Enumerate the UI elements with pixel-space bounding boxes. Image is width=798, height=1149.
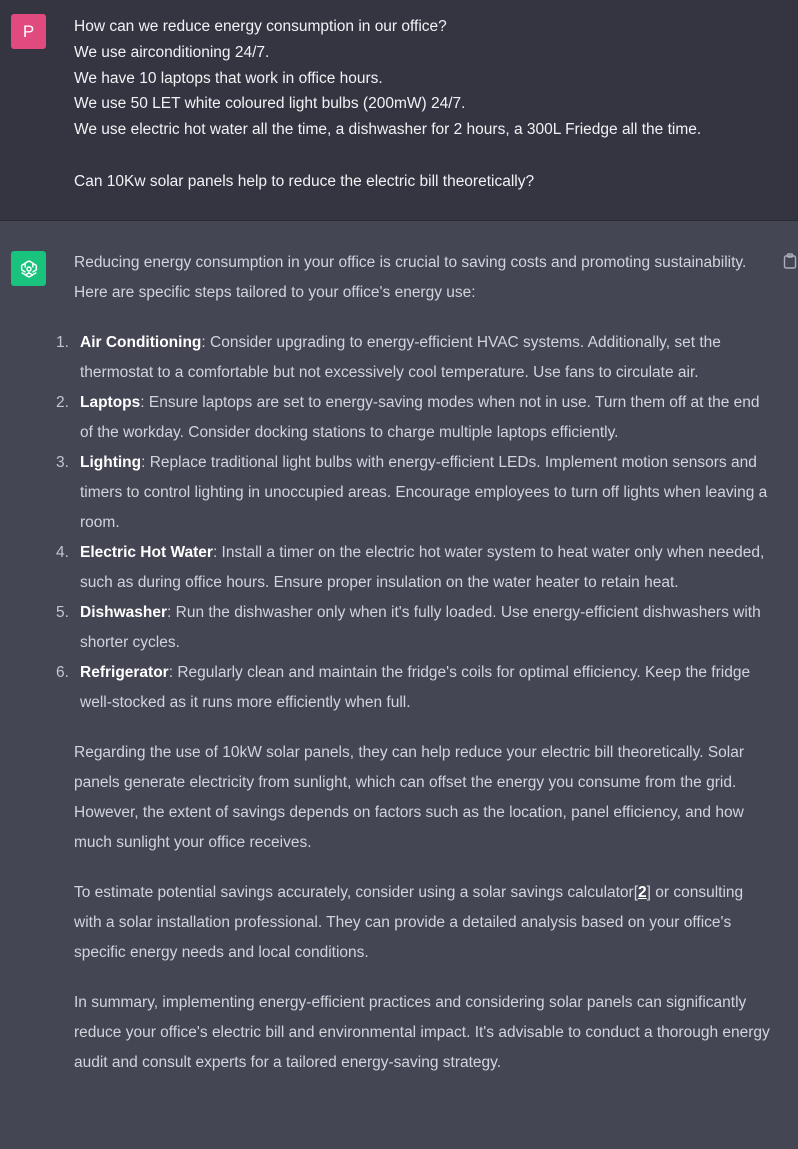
list-item: 4. Electric Hot Water: Install a timer on… — [56, 544, 765, 591]
user-line: We use 50 LET white coloured light bulbs… — [74, 95, 466, 113]
assistant-message-text: Reducing energy consumption in your offi… — [56, 248, 774, 1078]
intro-paragraph: Reducing energy consumption in your offi… — [74, 254, 747, 301]
list-item: 5. Dishwasher: Run the dishwasher only wh… — [56, 604, 761, 651]
user-message-text: How can we reduce energy consumption in … — [74, 14, 784, 195]
user-line: We use electric hot water all the time, … — [74, 121, 702, 139]
user-line: We use airconditioning 24/7. — [74, 43, 270, 61]
list-item: 2. Laptops: Ensure laptops are set to ene… — [56, 394, 760, 441]
item-title: Laptops — [80, 394, 141, 411]
user-message: P How can we reduce energy consumption i… — [0, 0, 798, 221]
list-item: 6. Refrigerator: Regularly clean and main… — [56, 664, 751, 711]
user-avatar: P — [11, 14, 46, 49]
list-item: 3. Lighting: Replace traditional light bu… — [56, 454, 768, 531]
summary-paragraph: In summary, implementing energy-efficien… — [74, 994, 770, 1071]
item-title: Lighting — [80, 454, 142, 471]
estimate-paragraph: To estimate potential savings accurately… — [74, 884, 744, 961]
user-line: How can we reduce energy consumption in … — [74, 18, 447, 35]
openai-logo-icon — [11, 251, 46, 286]
item-title: Dishwasher — [80, 604, 168, 621]
item-title: Refrigerator — [80, 664, 169, 681]
user-line: Can 10Kw solar panels help to reduce the… — [74, 172, 535, 190]
clipboard-icon[interactable] — [783, 253, 797, 269]
user-line: We have 10 laptops that work in office h… — [74, 69, 383, 87]
solar-paragraph: Regarding the use of 10kW solar panels, … — [74, 744, 745, 851]
citation-link[interactable]: 2 — [638, 884, 647, 901]
item-title: Air Conditioning — [80, 334, 202, 351]
list-item: 1. Air Conditioning: Consider upgrading t… — [56, 334, 721, 381]
tips-list: 1. Air Conditioning: Consider upgrading t… — [56, 328, 774, 718]
user-avatar-letter: P — [22, 21, 35, 41]
item-title: Electric Hot Water — [80, 544, 213, 561]
